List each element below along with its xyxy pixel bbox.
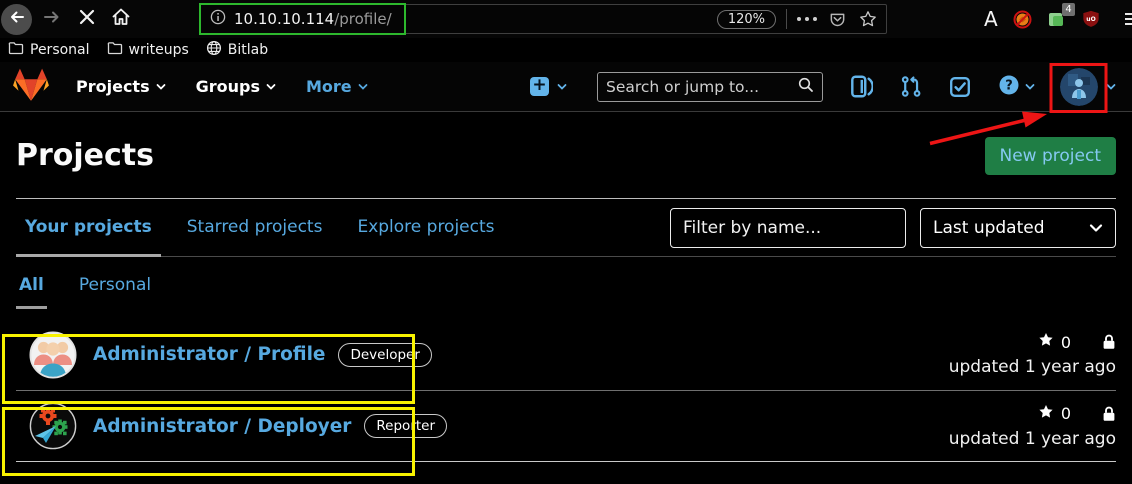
tab-starred-projects[interactable]: Starred projects: [178, 200, 332, 257]
star-count: 0: [1061, 333, 1071, 352]
pocket-icon[interactable]: [829, 11, 846, 28]
red-annotation-arrowhead: [1022, 112, 1047, 128]
star-count: 0: [1061, 404, 1071, 423]
menu-hamburger-icon[interactable]: [1125, 13, 1132, 25]
nav-menu-more[interactable]: More: [306, 77, 368, 96]
folder-icon: [8, 41, 24, 59]
chevron-down-icon: [156, 77, 166, 96]
bookmark-bitlab[interactable]: Bitlab: [206, 40, 268, 60]
stop-button[interactable]: [78, 8, 96, 30]
star-icon: [1038, 404, 1054, 424]
new-dropdown[interactable]: +: [530, 77, 567, 96]
merge-requests-icon[interactable]: [900, 75, 922, 98]
todos-icon[interactable]: [949, 76, 971, 98]
subtab-all[interactable]: All: [16, 275, 47, 309]
close-x-icon: [78, 8, 96, 30]
browser-window: 10.10.10.114/profile/ 120% A 4 uO: [0, 0, 1132, 484]
project-row-deployer: Administrator / Deployer Reporter 0 upda…: [16, 391, 1116, 462]
gitlab-logo[interactable]: [12, 67, 50, 107]
back-button[interactable]: [1, 4, 32, 35]
help-dropdown[interactable]: ?: [998, 74, 1035, 100]
user-avatar[interactable]: [1060, 68, 1098, 106]
browser-toolbar: 10.10.10.114/profile/ 120% A 4 uO: [0, 0, 1132, 38]
search-icon: [798, 77, 814, 97]
forward-button[interactable]: [42, 8, 62, 30]
ublock-extension-icon[interactable]: uO: [1082, 10, 1100, 28]
bookmark-writeups[interactable]: writeups: [107, 41, 189, 59]
globe-icon: [206, 40, 222, 60]
zoom-level-badge[interactable]: 120%: [717, 10, 776, 29]
svg-text:?: ?: [1005, 78, 1013, 93]
star-icon: [1038, 332, 1054, 352]
search-input[interactable]: [606, 78, 798, 96]
new-project-button[interactable]: New project: [985, 137, 1117, 175]
url-bar[interactable]: 10.10.10.114/profile/ 120%: [199, 4, 887, 34]
project-avatar-deployer[interactable]: [29, 402, 77, 450]
url-path: /profile/: [334, 10, 392, 28]
project-meta: 0 updated 1 year ago: [949, 404, 1116, 449]
project-meta: 0 updated 1 year ago: [949, 332, 1116, 377]
issues-icon[interactable]: [850, 75, 873, 98]
sort-value: Last updated: [933, 218, 1045, 238]
chevron-down-icon: [1025, 77, 1035, 96]
chevron-down-icon: [1089, 223, 1103, 233]
role-badge: Developer: [338, 343, 431, 367]
project-link-deployer[interactable]: Administrator / Deployer: [93, 416, 351, 437]
extension-a-icon[interactable]: A: [984, 7, 998, 31]
tab-explore-projects[interactable]: Explore projects: [348, 200, 503, 257]
main-content: Projects New project Your projects Starr…: [0, 136, 1132, 462]
svg-text:uO: uO: [1086, 16, 1095, 23]
projects-list: Administrator / Profile Developer 0 upda…: [16, 319, 1116, 462]
wappalyzer-extension-icon[interactable]: 4: [1048, 10, 1066, 28]
plus-icon: +: [530, 77, 549, 96]
forward-arrow-icon: [42, 8, 62, 30]
url-highlight-box: 10.10.10.114/profile/: [199, 3, 406, 35]
nav-menu-projects[interactable]: Projects: [76, 77, 166, 96]
project-row-profile: Administrator / Profile Developer 0 upda…: [16, 319, 1116, 391]
chevron-down-icon[interactable]: [1106, 82, 1116, 92]
home-button[interactable]: [111, 7, 131, 31]
extension-badge: 4: [1062, 3, 1074, 16]
page-header: Projects New project: [16, 136, 1116, 199]
scope-subtabs: All Personal: [16, 275, 1116, 309]
project-link-profile[interactable]: Administrator / Profile: [93, 344, 325, 365]
bookmarks-bar: Personal writeups Bitlab: [0, 38, 1132, 62]
role-badge: Reporter: [364, 414, 447, 438]
chevron-down-icon: [358, 77, 368, 96]
filter-by-name-input[interactable]: [670, 208, 906, 248]
lock-icon: [1102, 334, 1116, 350]
global-search[interactable]: [597, 72, 823, 102]
toolbar-separator: [786, 9, 787, 29]
page-title: Projects: [16, 136, 154, 176]
lock-icon: [1102, 406, 1116, 422]
tab-your-projects[interactable]: Your projects: [16, 200, 161, 257]
updated-timestamp: updated 1 year ago: [949, 357, 1116, 377]
project-avatar-profile[interactable]: [29, 331, 77, 379]
help-icon: ?: [998, 74, 1020, 100]
chevron-down-icon: [266, 77, 276, 96]
page-actions-icon[interactable]: [797, 17, 817, 21]
nav-menu-groups[interactable]: Groups: [196, 77, 276, 96]
url-host: 10.10.10.114: [234, 10, 334, 28]
updated-timestamp: updated 1 year ago: [949, 429, 1116, 449]
subtab-personal[interactable]: Personal: [76, 275, 154, 309]
bookmark-star-icon[interactable]: [859, 10, 877, 28]
back-arrow-icon: [8, 8, 26, 30]
folder-icon: [107, 41, 123, 59]
home-icon: [111, 7, 131, 31]
proxy-extension-icon[interactable]: [1013, 10, 1032, 29]
chevron-down-icon: [557, 77, 567, 96]
bookmark-personal[interactable]: Personal: [8, 41, 90, 59]
gitlab-navbar: Projects Groups More +: [0, 62, 1132, 112]
projects-tabs: Your projects Starred projects Explore p…: [16, 199, 1116, 257]
sort-dropdown[interactable]: Last updated: [920, 208, 1116, 248]
site-info-icon[interactable]: [210, 9, 226, 29]
